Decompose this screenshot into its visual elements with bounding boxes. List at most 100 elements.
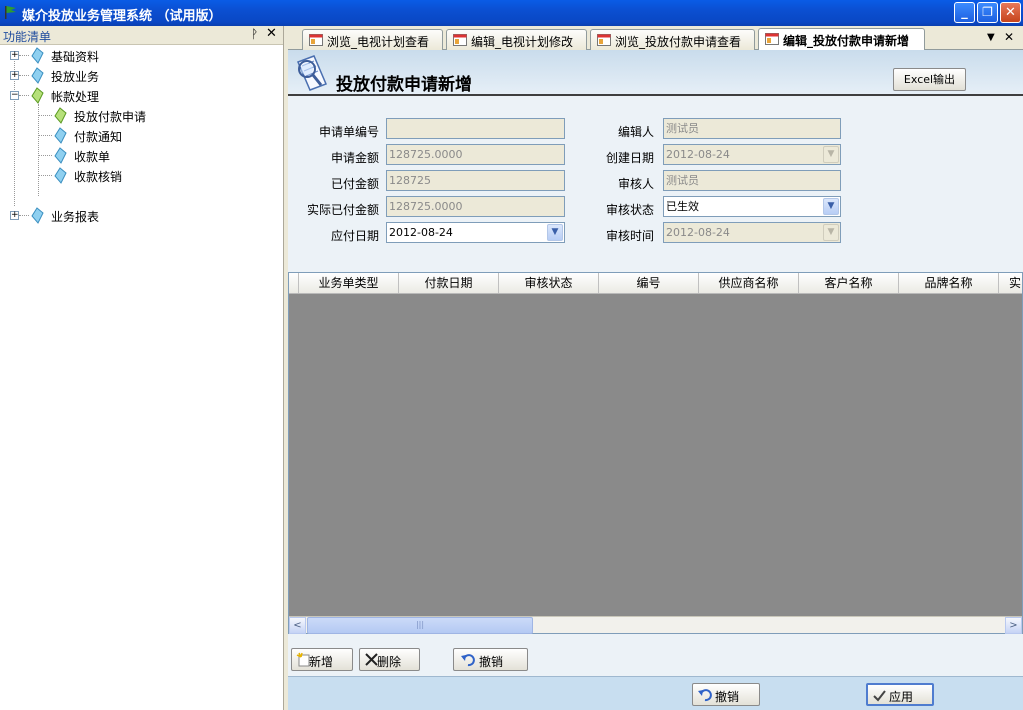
due-date-value: 2012-08-24 (389, 226, 453, 239)
field-label: 申请金额 (330, 151, 379, 165)
tree-leaf-icon (54, 167, 67, 184)
check-icon (873, 690, 886, 702)
grid-header: 业务单类型 付款日期 审核状态 编号 供应商名称 客户名称 品牌名称 实 (289, 273, 1022, 294)
column-header[interactable]: 审核状态 (499, 273, 599, 293)
excel-export-button[interactable]: Excel输出 (893, 68, 966, 91)
column-header[interactable]: 供应商名称 (699, 273, 799, 293)
maximize-button[interactable]: ❐ (977, 2, 998, 23)
tab-list-dropdown-icon[interactable]: ▼ (987, 32, 995, 43)
delete-row-button[interactable]: 删除 (359, 648, 420, 671)
column-header[interactable]: 编号 (599, 273, 699, 293)
tree-node-icon (31, 87, 44, 104)
review-status-select[interactable]: 已生效 ▼ (663, 196, 841, 217)
tree-node-icon (31, 207, 44, 224)
undo-button[interactable]: 撤销 (692, 683, 760, 706)
review-time-picker[interactable]: 2012-08-24 ▼ (663, 222, 841, 243)
column-header[interactable]: 实 (999, 273, 1022, 293)
paid-amount-field[interactable]: 128725 (386, 170, 565, 191)
create-date-value: 2012-08-24 (666, 148, 730, 161)
minimize-button[interactable]: _ (954, 2, 975, 23)
chevron-down-icon[interactable]: ▼ (547, 224, 563, 241)
request-amount-field[interactable]: 128725.0000 (386, 144, 565, 165)
form-footer: 撤销 应用 (288, 676, 1023, 710)
field-label: 审核时间 (605, 229, 654, 243)
review-time-value: 2012-08-24 (666, 226, 730, 239)
apply-button[interactable]: 应用 (866, 683, 934, 706)
tab-label: 浏览_投放付款申请查看 (615, 35, 742, 49)
chevron-down-icon[interactable]: ▼ (823, 224, 839, 241)
undo-icon (698, 689, 712, 702)
scroll-left-button[interactable]: < (289, 617, 306, 634)
editor-field[interactable]: 测试员 (663, 118, 841, 139)
tree-item-basic-data[interactable]: + 基础资料 (0, 46, 283, 66)
scroll-right-button[interactable]: > (1005, 617, 1022, 634)
form-title: 投放付款申请新增 (336, 75, 472, 95)
tab-tv-plan-view[interactable]: 浏览_电视计划查看 (302, 29, 443, 50)
column-header[interactable]: 付款日期 (399, 273, 499, 293)
tab-close-icon[interactable]: ✕ (1004, 30, 1014, 44)
tab-tv-plan-edit[interactable]: 编辑_电视计划修改 (446, 29, 587, 50)
column-header[interactable]: 业务单类型 (299, 273, 399, 293)
field-label: 应付日期 (330, 229, 379, 243)
document-tabstrip: 浏览_电视计划查看 编辑_电视计划修改 浏览_投放付款申请查看 编辑_投放付款申… (288, 26, 1023, 51)
form-content: 投放付款申请新增 Excel输出 申请单编号 申请金额 128725.0000 … (288, 50, 1023, 710)
tree-item-accounts[interactable]: − 帐款处理 (0, 86, 283, 106)
tree-item-label: 收款核销 (74, 170, 123, 184)
request-number-field[interactable] (386, 118, 565, 139)
tree-item-payment-notice[interactable]: 付款通知 (0, 126, 283, 146)
function-list-panel: 功能清单 ᚹ ✕ + 基础资料 + 投放业务 − 帐款处理 投放付款申请 付款通… (0, 26, 284, 710)
tree-item-label: 业务报表 (51, 210, 100, 224)
tree-item-label: 付款通知 (74, 130, 123, 144)
panel-close-icon[interactable]: ✕ (266, 26, 277, 41)
tree-leaf-icon (54, 127, 67, 144)
column-header[interactable]: 客户名称 (799, 273, 899, 293)
tree-item-label: 投放付款申请 (74, 110, 147, 124)
tree-item-label: 帐款处理 (51, 90, 100, 104)
review-status-value: 已生效 (666, 200, 699, 213)
tab-payment-request-view[interactable]: 浏览_投放付款申请查看 (590, 29, 755, 50)
window-title: 媒介投放业务管理系统 （试用版） (22, 9, 222, 24)
pin-icon[interactable]: ᚹ (251, 27, 258, 41)
tree-item-payment-request[interactable]: 投放付款申请 (0, 106, 283, 126)
column-header[interactable]: 品牌名称 (899, 273, 999, 293)
tree-item-placement[interactable]: + 投放业务 (0, 66, 283, 86)
chevron-down-icon[interactable]: ▼ (823, 146, 839, 163)
detail-grid[interactable]: 业务单类型 付款日期 审核状态 编号 供应商名称 客户名称 品牌名称 实 < |… (288, 272, 1023, 634)
tab-label: 浏览_电视计划查看 (327, 35, 430, 49)
horizontal-scrollbar[interactable]: < ||| > (289, 616, 1022, 634)
add-row-button[interactable]: 新增 (291, 648, 353, 671)
function-list-header: 功能清单 ᚹ ✕ (0, 26, 283, 45)
row-selector-header (289, 273, 299, 293)
tree-item-reports[interactable]: + 业务报表 (0, 206, 283, 226)
due-date-picker[interactable]: 2012-08-24 ▼ (386, 222, 565, 243)
tree-item-receipt-writeoff[interactable]: 收款核销 (0, 166, 283, 186)
field-label: 编辑人 (617, 125, 654, 139)
form-icon (309, 34, 323, 46)
scroll-thumb[interactable]: ||| (307, 617, 533, 634)
window-titlebar: 媒介投放业务管理系统 （试用版） _ ❐ ✕ (0, 0, 1023, 26)
tree-item-label: 基础资料 (51, 50, 100, 64)
collapse-icon[interactable]: − (10, 91, 19, 100)
form-icon (597, 34, 611, 46)
form-document-icon (297, 55, 327, 91)
field-label: 审核状态 (605, 203, 654, 217)
close-window-button[interactable]: ✕ (1000, 2, 1021, 23)
expand-icon[interactable]: + (10, 211, 19, 220)
expand-icon[interactable]: + (10, 51, 19, 60)
field-label: 创建日期 (605, 151, 654, 165)
undo-row-button[interactable]: 撤销 (453, 648, 528, 671)
reviewer-field[interactable]: 测试员 (663, 170, 841, 191)
actual-paid-amount-field[interactable]: 128725.0000 (386, 196, 565, 217)
field-label: 已付金额 (330, 177, 379, 191)
app-flag-icon (5, 6, 16, 19)
undo-icon (461, 654, 475, 667)
tree-item-receipt[interactable]: 收款单 (0, 146, 283, 166)
chevron-down-icon[interactable]: ▼ (823, 198, 839, 215)
create-date-picker[interactable]: 2012-08-24 ▼ (663, 144, 841, 165)
tab-payment-request-new[interactable]: 编辑_投放付款申请新增 (758, 28, 925, 51)
expand-icon[interactable]: + (10, 71, 19, 80)
field-label: 实际已付金额 (306, 203, 379, 217)
tree-leaf-icon (54, 107, 67, 124)
field-label: 审核人 (617, 177, 654, 191)
form-header: 投放付款申请新增 Excel输出 (288, 50, 1023, 96)
